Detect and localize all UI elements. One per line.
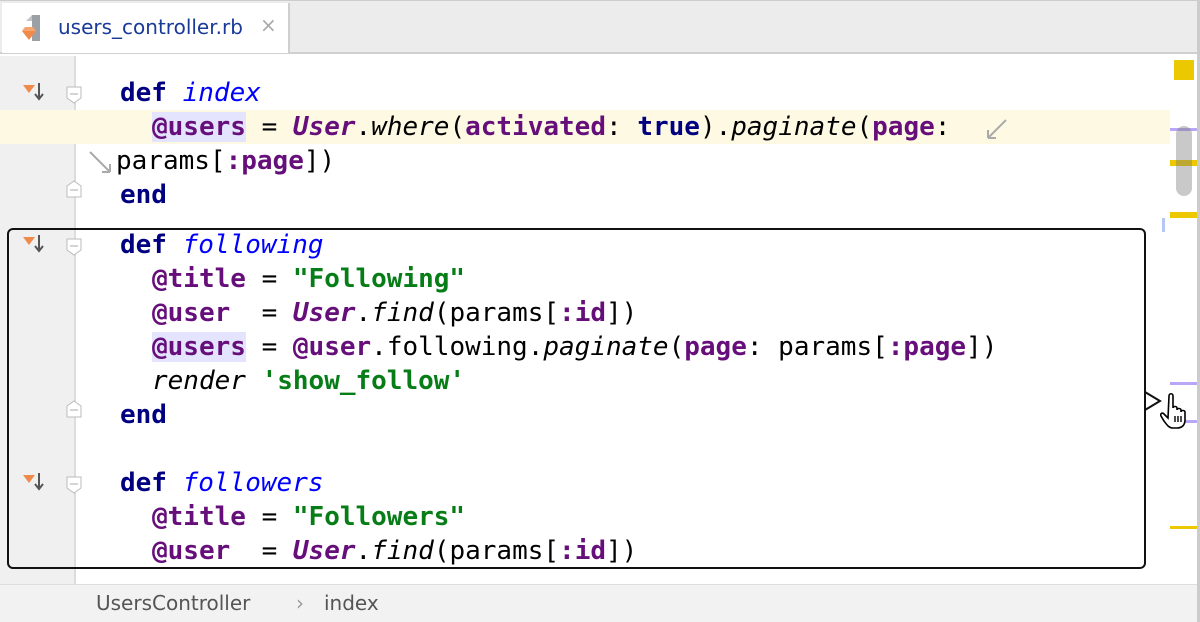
fold-open-icon[interactable] xyxy=(66,238,82,256)
error-stripe[interactable] xyxy=(1160,56,1200,584)
code-token: : xyxy=(606,112,638,142)
code-token: index xyxy=(182,78,261,108)
code-token: activated xyxy=(465,112,606,142)
ruby-file-icon xyxy=(22,15,40,41)
code-line[interactable]: params[:page]) xyxy=(116,144,335,178)
overriding-method-icon[interactable] xyxy=(22,82,48,102)
fold-close-icon[interactable] xyxy=(66,180,82,198)
code-token: def xyxy=(120,78,183,108)
tab-bar: users_controller.rb × xyxy=(0,0,1200,54)
code-token: true xyxy=(637,112,700,142)
code-line[interactable]: def index xyxy=(120,76,261,110)
stripe-mark xyxy=(1170,382,1200,385)
fold-open-icon[interactable] xyxy=(66,476,82,494)
breadcrumb: UsersController › index xyxy=(0,584,1200,622)
close-tab-icon[interactable]: × xyxy=(260,13,277,37)
code-line[interactable]: end xyxy=(120,178,167,212)
tab-filename: users_controller.rb xyxy=(58,15,243,39)
stripe-mark xyxy=(1170,212,1200,218)
code-token: ]) xyxy=(303,146,336,176)
stripe-mark xyxy=(1162,218,1165,232)
hand-cursor-icon xyxy=(1160,392,1186,429)
code-token: : xyxy=(934,112,951,142)
breadcrumb-item-method[interactable]: index xyxy=(324,591,379,615)
code-token: where xyxy=(371,112,450,142)
fold-close-icon[interactable] xyxy=(66,400,82,418)
code-token: page xyxy=(872,112,935,142)
code-token: paginate xyxy=(731,112,857,142)
soft-wrap-icon xyxy=(89,151,111,173)
breadcrumb-separator: › xyxy=(296,591,304,615)
overriding-method-icon[interactable] xyxy=(22,472,48,492)
code-token: :page xyxy=(225,146,304,176)
code-line[interactable]: @users = User.where(activated: true).pag… xyxy=(152,110,950,144)
stripe-mark xyxy=(1170,526,1200,529)
inspection-status-icon[interactable] xyxy=(1174,60,1194,80)
code-token: end xyxy=(120,180,167,210)
tab-users-controller[interactable]: users_controller.rb × xyxy=(2,3,290,53)
fold-open-icon[interactable] xyxy=(66,86,82,104)
code-token: ( xyxy=(856,112,873,142)
code-token: ( xyxy=(449,112,466,142)
overriding-method-icon[interactable] xyxy=(22,234,48,254)
code-token: ). xyxy=(699,112,732,142)
code-token: params[ xyxy=(116,146,226,176)
code-token: User xyxy=(292,112,356,142)
breadcrumb-item-class[interactable]: UsersController xyxy=(96,591,250,615)
code-preview-popup xyxy=(7,228,1146,569)
soft-wrap-icon xyxy=(987,119,1007,139)
code-token: . xyxy=(355,112,372,142)
scrollbar-thumb[interactable] xyxy=(1176,126,1192,196)
code-token: = xyxy=(245,112,293,142)
code-token: @users xyxy=(152,112,246,142)
